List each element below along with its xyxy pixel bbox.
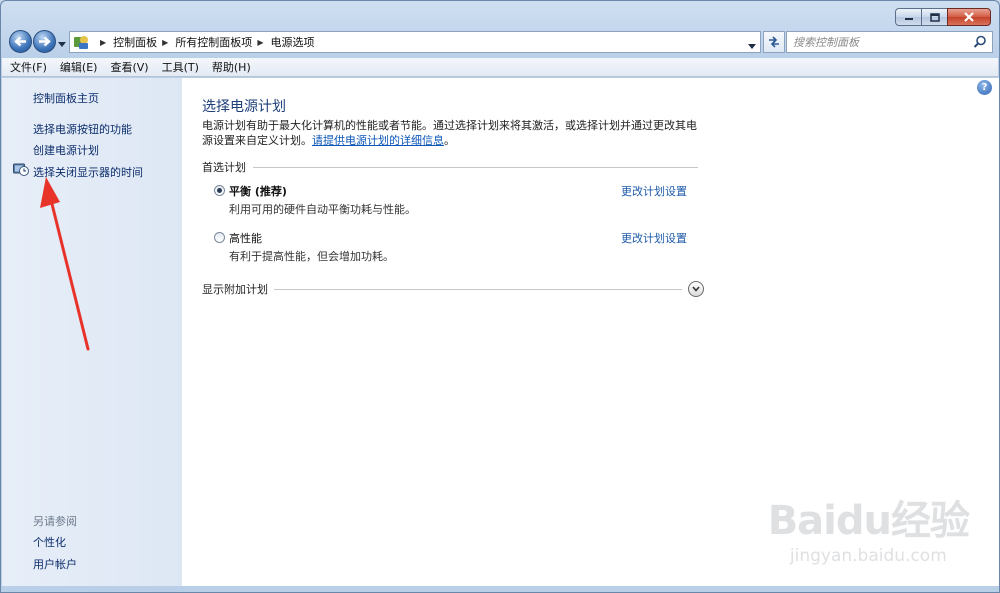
divider	[253, 166, 698, 168]
change-plan-settings-link[interactable]: 更改计划设置	[621, 183, 687, 199]
display-clock-icon	[13, 163, 29, 176]
address-dropdown[interactable]	[748, 39, 756, 53]
search-icon[interactable]	[973, 35, 987, 49]
chevron-down-icon	[692, 286, 700, 292]
divider	[274, 288, 682, 290]
chevron-down-icon	[748, 44, 756, 49]
search-input[interactable]	[793, 33, 973, 51]
forward-button[interactable]	[33, 30, 56, 53]
change-plan-settings-link[interactable]: 更改计划设置	[621, 230, 687, 246]
menu-edit[interactable]: 编辑(E)	[60, 59, 98, 75]
high-performance-radio[interactable]	[214, 232, 225, 243]
minimize-button[interactable]	[895, 8, 922, 26]
plan-description: 有利于提高性能，但会增加功耗。	[229, 250, 394, 263]
recent-pages-dropdown[interactable]	[58, 37, 66, 51]
breadcrumb-separator[interactable]: ▶	[95, 38, 113, 47]
refresh-icon	[769, 36, 779, 48]
chevron-down-icon	[58, 42, 66, 47]
maximize-button[interactable]	[921, 8, 948, 26]
address-bar[interactable]: ▶ 控制面板 ▶ 所有控制面板项 ▶ 电源选项	[69, 31, 761, 53]
plan-description: 利用可用的硬件自动平衡功耗与性能。	[229, 203, 416, 216]
power-options-window: ▶ 控制面板▶ 所有控制面板项▶ 电源选项 文件(F) 编辑(E) 查看(V)	[0, 0, 1000, 593]
back-button[interactable]	[9, 30, 32, 53]
page-title: 选择电源计划	[202, 99, 286, 115]
menu-help[interactable]: 帮助(H)	[212, 59, 251, 75]
breadcrumb-label: 所有控制面板项	[175, 36, 253, 49]
see-also-heading: 另请参阅	[33, 515, 77, 528]
plan-details-link[interactable]: 请提供电源计划的详细信息	[312, 134, 444, 147]
minimize-icon	[904, 18, 913, 20]
close-icon	[964, 12, 974, 22]
navigation-bar: ▶ 控制面板 ▶ 所有控制面板项 ▶ 电源选项	[9, 30, 993, 54]
breadcrumb-label: 电源选项	[270, 36, 315, 49]
user-accounts-link[interactable]: 用户帐户	[33, 556, 77, 572]
menu-bar: 文件(F) 编辑(E) 查看(V) 工具(T) 帮助(H)	[2, 58, 998, 77]
refresh-button[interactable]	[763, 31, 785, 53]
power-button-action-link[interactable]: 选择电源按钮的功能	[33, 121, 132, 137]
back-arrow-icon	[14, 36, 26, 47]
plan-name[interactable]: 平衡 (推荐)	[229, 183, 287, 199]
balanced-radio[interactable]	[214, 185, 225, 196]
forward-arrow-icon	[39, 36, 51, 47]
menu-view[interactable]: 查看(V)	[110, 59, 148, 75]
breadcrumb-all-items[interactable]: 所有控制面板项 ▶	[175, 34, 270, 50]
watermark: Baidu经验 jingyan.baidu.com	[767, 488, 970, 566]
breadcrumb-control-panel[interactable]: 控制面板 ▶	[113, 34, 175, 50]
search-box	[786, 31, 993, 53]
create-power-plan-link[interactable]: 创建电源计划	[33, 142, 99, 158]
maximize-icon	[929, 12, 940, 22]
page-description: 电源计划有助于最大化计算机的性能或者节能。通过选择计划来将其激活，或选择计划并通…	[202, 118, 702, 148]
menu-file[interactable]: 文件(F)	[10, 59, 47, 75]
watermark-logo: Baidu经验	[767, 498, 970, 544]
window-controls	[895, 8, 991, 26]
preferred-plans-header: 首选计划	[202, 160, 698, 174]
expand-additional-plans-button[interactable]	[688, 281, 704, 297]
breadcrumb-label: 控制面板	[113, 36, 158, 49]
personalization-link[interactable]: 个性化	[33, 534, 66, 550]
description-end: 。	[444, 134, 455, 147]
control-panel-home-link[interactable]: 控制面板主页	[33, 90, 99, 106]
menu-tools[interactable]: 工具(T)	[162, 59, 199, 75]
show-additional-plans-label[interactable]: 显示附加计划	[202, 281, 268, 297]
help-icon: ?	[981, 82, 988, 93]
content-pane: ? 选择电源计划 电源计划有助于最大化计算机的性能或者节能。通过选择计划来将其激…	[182, 78, 999, 586]
breadcrumb-power-options[interactable]: 电源选项	[270, 34, 314, 50]
preferred-plans-label: 首选计划	[202, 161, 246, 174]
close-button[interactable]	[947, 8, 991, 26]
help-button[interactable]: ?	[977, 80, 992, 95]
plan-name[interactable]: 高性能	[229, 230, 262, 246]
watermark-url: jingyan.baidu.com	[789, 546, 947, 566]
task-pane: 控制面板主页 选择电源按钮的功能 创建电源计划 选择关闭显示器的时间 另请参阅 …	[2, 78, 182, 586]
control-panel-icon	[74, 36, 88, 49]
additional-plans-header: 显示附加计划	[202, 280, 704, 298]
annotation-arrow	[40, 177, 90, 351]
